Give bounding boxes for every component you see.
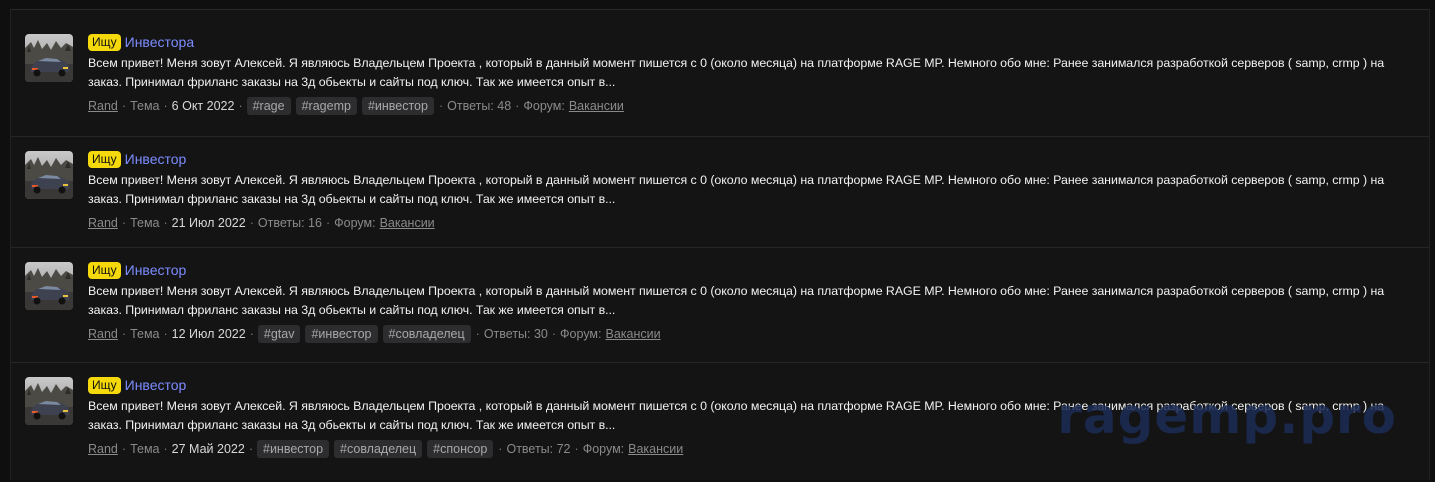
result-meta: Rand · Тема · 21 Июл 2022 · Ответы: 16 ·… <box>88 212 1419 234</box>
post-date: 6 Окт 2022 <box>171 99 235 113</box>
prefix-badge: Ищу <box>88 261 121 279</box>
avatar[interactable] <box>25 151 73 199</box>
content-type: Тема <box>130 216 160 230</box>
tag-link[interactable]: #gtav <box>257 325 301 343</box>
meta-separator: · <box>163 216 168 230</box>
avatar-image <box>25 377 73 425</box>
result-title-line: Ищу Инвестор <box>88 149 1419 169</box>
meta-separator: · <box>121 327 127 341</box>
result-snippet: Всем привет! Меня зовут Алексей. Я являю… <box>88 56 1385 89</box>
tag-link[interactable]: #совладелец <box>382 325 471 343</box>
search-result-item: Ищу Инвестор Всем привет! Меня зовут Але… <box>11 247 1429 363</box>
meta-separator: · <box>574 442 579 456</box>
avatar[interactable] <box>25 34 73 82</box>
tag-link[interactable]: #инвестор <box>257 440 330 458</box>
search-result-item: Ищу Инвестор Всем привет! Меня зовут Але… <box>11 136 1429 248</box>
forum-label: Форум: <box>523 99 565 113</box>
meta-separator: · <box>248 442 253 456</box>
result-title-line: Ищу Инвестора <box>88 32 1419 52</box>
forum-label: Форум: <box>582 442 625 456</box>
tag-link[interactable]: #инвестор <box>305 325 378 343</box>
forum-link[interactable]: Вакансии <box>628 442 683 456</box>
tag-link[interactable]: #ragemp <box>295 97 357 115</box>
meta-separator: · <box>475 327 480 341</box>
reply-count: Ответы: 16 <box>257 216 322 230</box>
author-link[interactable]: Rand <box>88 216 118 230</box>
author-link[interactable]: Rand <box>88 99 118 113</box>
author-link[interactable]: Rand <box>88 442 118 456</box>
thread-title-link[interactable]: Инвестор <box>125 151 187 167</box>
meta-separator: · <box>163 327 168 341</box>
thread-title-link[interactable]: Инвестор <box>125 262 187 278</box>
tag-list: #gtav #инвестор #совладелец <box>257 325 476 343</box>
tag-list: #инвестор #совладелец #спонсор <box>257 440 498 458</box>
post-date: 21 Июл 2022 <box>171 216 246 230</box>
result-meta: Rand · Тема · 12 Июл 2022 · #gtav #инвест… <box>88 323 1419 345</box>
reply-count: Ответы: 48 <box>447 99 512 113</box>
meta-separator: · <box>515 99 520 113</box>
site-watermark: ragemp.pro <box>1057 387 1397 445</box>
tag-link[interactable]: #совладелец <box>334 440 423 458</box>
meta-separator: · <box>238 99 243 113</box>
result-snippet: Всем привет! Меня зовут Алексей. Я являю… <box>88 173 1385 206</box>
forum-link[interactable]: Вакансии <box>606 327 661 341</box>
prefix-badge: Ищу <box>88 33 121 51</box>
meta-separator: · <box>438 99 444 113</box>
meta-separator: · <box>163 99 168 113</box>
search-result-item: Ищу Инвестора Всем привет! Меня зовут Ал… <box>11 10 1429 137</box>
post-date: 12 Июл 2022 <box>171 327 246 341</box>
tag-link[interactable]: #rage <box>246 97 291 115</box>
reply-count: Ответы: 72 <box>506 442 571 456</box>
meta-separator: · <box>249 216 254 230</box>
thread-title-link[interactable]: Инвестора <box>125 34 194 50</box>
result-content: Ищу Инвестор Всем привет! Меня зовут Але… <box>88 149 1419 234</box>
result-content: Ищу Инвестор Всем привет! Меня зовут Але… <box>88 260 1419 345</box>
result-content: Ищу Инвестора Всем привет! Меня зовут Ал… <box>88 32 1419 117</box>
avatar[interactable] <box>25 377 73 425</box>
result-title-line: Ищу Инвестор <box>88 260 1419 280</box>
avatar[interactable] <box>25 262 73 310</box>
content-type: Тема <box>130 442 160 456</box>
meta-separator: · <box>325 216 331 230</box>
tag-link[interactable]: #инвестор <box>361 97 434 115</box>
prefix-badge: Ищу <box>88 150 121 168</box>
content-type: Тема <box>130 99 160 113</box>
tag-list: #rage #ragemp #инвестор <box>246 97 439 115</box>
reply-count: Ответы: 30 <box>483 327 548 341</box>
meta-separator: · <box>249 327 254 341</box>
meta-separator: · <box>121 99 127 113</box>
tag-link[interactable]: #спонсор <box>427 440 494 458</box>
meta-separator: · <box>498 442 503 456</box>
result-meta: Rand · Тема · 6 Окт 2022 · #rage #ragemp #… <box>88 95 1419 117</box>
avatar-image <box>25 151 73 199</box>
author-link[interactable]: Rand <box>88 327 118 341</box>
meta-separator: · <box>163 442 168 456</box>
meta-separator: · <box>551 327 557 341</box>
meta-separator: · <box>121 216 127 230</box>
post-date: 27 Май 2022 <box>171 442 245 456</box>
prefix-badge: Ищу <box>88 376 121 394</box>
avatar-image <box>25 262 73 310</box>
thread-title-link[interactable]: Инвестор <box>125 377 187 393</box>
forum-label: Форум: <box>334 216 376 230</box>
forum-label: Форум: <box>560 327 602 341</box>
avatar-image <box>25 34 73 82</box>
result-snippet: Всем привет! Меня зовут Алексей. Я являю… <box>88 284 1385 317</box>
forum-link[interactable]: Вакансии <box>380 216 435 230</box>
meta-separator: · <box>121 442 127 456</box>
forum-link[interactable]: Вакансии <box>569 99 624 113</box>
content-type: Тема <box>130 327 160 341</box>
